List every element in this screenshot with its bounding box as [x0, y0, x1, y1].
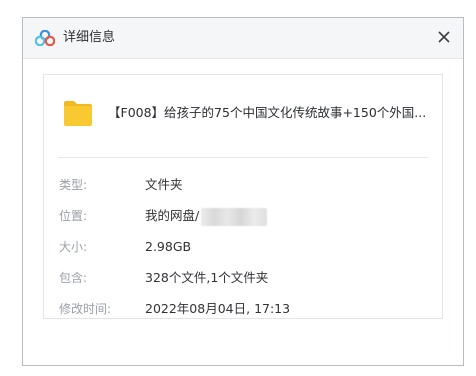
size-label: 大小: — [59, 240, 88, 254]
location-row: 位置: 我的网盘/ — [44, 205, 442, 227]
contains-label: 包含: — [59, 271, 88, 285]
location-value-wrap: 我的网盘/ — [145, 207, 268, 226]
file-info-card: 【F008】给孩子的75个中国文化传统故事+150个外国... 类型: 文件夹 … — [43, 74, 443, 319]
type-value: 文件夹 — [145, 177, 183, 192]
contains-value: 328个文件,1个文件夹 — [145, 270, 269, 285]
file-name: 【F008】给孩子的75个中国文化传统故事+150个外国... — [108, 105, 427, 120]
size-value: 2.98GB — [145, 239, 192, 254]
close-icon — [438, 31, 450, 43]
baidu-netdisk-logo-icon — [34, 29, 56, 47]
details-dialog: 详细信息 【F008】给孩子的75个中国文化传统故事+150个外国... 类型:… — [22, 17, 464, 366]
modified-row: 修改时间: 2022年08月04日, 17:13 — [44, 298, 442, 320]
location-label: 位置: — [59, 209, 88, 223]
modified-value: 2022年08月04日, 17:13 — [145, 301, 291, 316]
contains-row: 包含: 328个文件,1个文件夹 — [44, 267, 442, 289]
file-header: 【F008】给孩子的75个中国文化传统故事+150个外国... — [44, 75, 442, 157]
folder-icon — [62, 98, 94, 128]
type-label: 类型: — [59, 178, 88, 192]
dialog-title: 详细信息 — [63, 30, 116, 45]
close-button[interactable] — [433, 26, 455, 48]
dialog-titlebar: 详细信息 — [23, 18, 463, 59]
type-row: 类型: 文件夹 — [44, 174, 442, 196]
redacted-path — [201, 207, 268, 226]
divider — [58, 157, 428, 158]
location-value[interactable]: 我的网盘/ — [145, 208, 199, 223]
modified-label: 修改时间: — [59, 302, 112, 316]
size-row: 大小: 2.98GB — [44, 236, 442, 258]
